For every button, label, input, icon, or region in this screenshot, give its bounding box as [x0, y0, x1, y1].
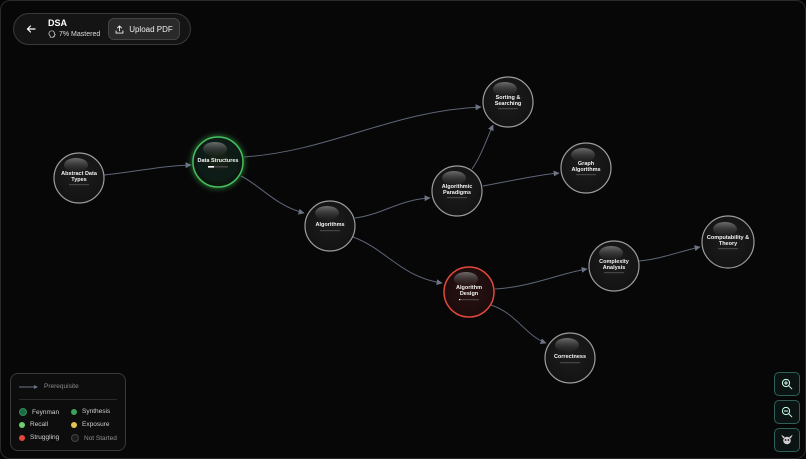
node-label: Algorithms [571, 167, 600, 173]
prerequisite-arrow-icon [19, 384, 38, 389]
node-label: Algorithms [315, 222, 344, 228]
upload-pdf-button[interactable]: Upload PDF [108, 18, 180, 40]
legend-item-label: Struggling [30, 434, 60, 441]
node-complexity-analysis[interactable]: Complexity Analysis [588, 240, 640, 292]
node-label: Theory [719, 241, 738, 247]
status-dot [19, 408, 27, 416]
legend-item-recall: Recall [19, 421, 48, 428]
progress-track [604, 272, 624, 274]
legend-item-struggling: Struggling [19, 434, 59, 441]
legend-item-not-started: Not Started [71, 434, 117, 442]
progress-track [576, 174, 596, 176]
node-correctness[interactable]: Correctness [544, 332, 596, 384]
status-dot [71, 408, 77, 415]
node-algorithm-design[interactable]: Algorithm Design [443, 266, 495, 318]
app-frame: Abstract Data Types Data Structures Algo… [0, 0, 806, 459]
node-computability-theory[interactable]: Computability & Theory [701, 215, 755, 269]
mastery-status: 7% Mastered [48, 30, 100, 38]
back-button[interactable] [22, 20, 40, 38]
node-algorithmic-paradigms[interactable]: Algorithmic Paradigms [431, 165, 483, 217]
legend-item-label: Synthesis [82, 408, 111, 415]
progress-track [459, 299, 479, 301]
progress-fill [459, 299, 461, 301]
upload-pdf-label: Upload PDF [129, 24, 173, 34]
edge-alg-design [352, 236, 443, 286]
progress-track [560, 362, 580, 364]
legend-item-synthesis: Synthesis [71, 408, 110, 415]
progress-track [320, 230, 340, 232]
mascot-icon [781, 434, 793, 445]
progress-track [718, 248, 738, 250]
node-abstract-data-types[interactable]: Abstract Data Types [53, 152, 105, 204]
legend-item-label: Exposure [82, 421, 110, 428]
arrow-left-icon [26, 25, 36, 33]
page-title: DSA [48, 18, 68, 28]
node-label: Paradigms [443, 190, 471, 196]
node-sorting-searching[interactable]: Sorting & Searching [482, 76, 534, 128]
edge-par-sort [471, 124, 494, 170]
zoom-out-icon [781, 406, 793, 418]
legend-prerequisite: Prerequisite [19, 383, 79, 390]
prerequisite-edges [103, 104, 701, 345]
legend-panel: Prerequisite Feynman Synthesis Recall Ex… [10, 373, 126, 451]
upload-icon [115, 24, 124, 34]
brain-icon [48, 30, 56, 38]
node-label: Design [460, 291, 479, 297]
mascot-button[interactable] [774, 428, 800, 452]
edge-complex-comp [638, 245, 701, 262]
topic-header: DSA 7% Mastered Upload PDF [13, 13, 191, 45]
status-dot [19, 421, 25, 428]
legend-divider [19, 399, 117, 400]
zoom-in-button[interactable] [774, 372, 800, 396]
progress-track [447, 197, 467, 199]
edge-alg-par [354, 195, 431, 219]
progress-track [69, 184, 89, 186]
legend-item-label: Feynman [32, 408, 60, 416]
node-graph-algorithms[interactable]: Graph Algorithms [560, 142, 612, 194]
edge-par-graph [482, 170, 560, 187]
edge-ds-alg [240, 175, 305, 215]
node-label: Analysis [603, 265, 626, 271]
zoom-in-icon [781, 378, 793, 390]
edge-design-complex [494, 266, 588, 290]
legend-prerequisite-label: Prerequisite [44, 383, 79, 390]
status-dot [71, 434, 79, 442]
zoom-out-button[interactable] [774, 400, 800, 424]
status-dot [71, 421, 77, 428]
node-algorithms[interactable]: Algorithms [304, 200, 356, 252]
mastery-text: 7% Mastered [59, 30, 101, 38]
node-label: Data Structures [198, 158, 239, 164]
edge-ds-sort [243, 104, 482, 158]
node-label: Searching [495, 101, 522, 107]
node-label: Correctness [554, 354, 586, 360]
node-label: Types [71, 177, 87, 183]
progress-fill [208, 166, 214, 168]
legend-item-feynman: Feynman [19, 408, 59, 416]
status-dot [19, 434, 25, 441]
edge-design-correct [490, 304, 547, 345]
edge-adt-ds [103, 162, 192, 176]
legend-item-exposure: Exposure [71, 421, 109, 428]
legend-item-label: Recall [30, 421, 49, 428]
progress-track [498, 108, 518, 110]
legend-item-label: Not Started [84, 434, 117, 442]
node-data-structures[interactable]: Data Structures [192, 136, 244, 188]
